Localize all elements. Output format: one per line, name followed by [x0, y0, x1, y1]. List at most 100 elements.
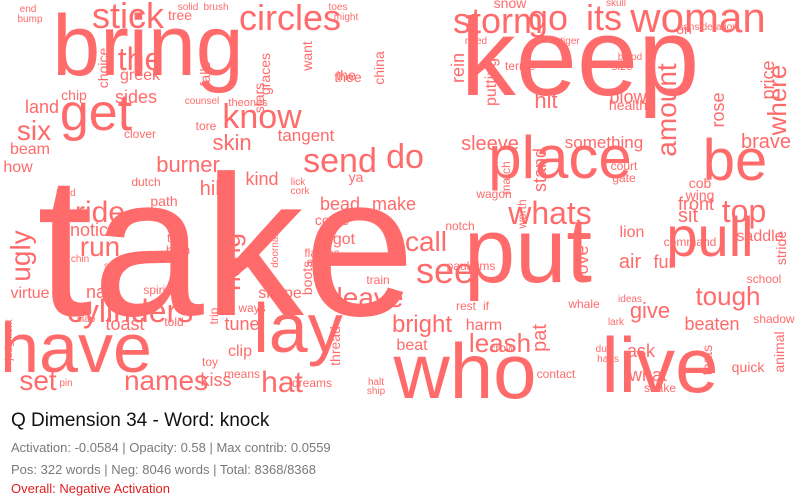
cloud-word: sides [115, 87, 157, 107]
cloud-word: health [609, 97, 647, 113]
cloud-word: ya [349, 169, 364, 185]
cloud-word: rein [448, 53, 468, 83]
word-count-stats: Pos: 322 words | Neg: 8046 words | Total… [11, 462, 316, 477]
cloud-word: love [572, 245, 592, 278]
cloud-word: thee [334, 69, 361, 85]
cloud-word: school [747, 272, 782, 286]
cloud-word: virtue [10, 285, 49, 302]
cloud-word: edge [307, 255, 334, 269]
cloud-word: spots [104, 261, 128, 272]
word-cloud-canvas: takekeepbringputwho livehave layplace bepul… [0, 0, 795, 400]
cloud-word: something [565, 133, 643, 152]
cloud-word: judgment [4, 319, 15, 361]
cloud-word: shape [258, 285, 302, 302]
cloud-word: circles [239, 0, 341, 38]
cloud-word: stand [530, 148, 550, 192]
cloud-word: might [334, 12, 359, 23]
cloud-word: putting [483, 58, 500, 106]
cloud-word: contact [537, 367, 576, 381]
cloud-word: animal [771, 331, 787, 372]
cloud-word: snow [494, 0, 528, 11]
overall-activation-label: Overall: Negative Activation [11, 481, 170, 496]
word-cloud: take keep bring put who live have lay place be pul… [0, 0, 800, 400]
cloud-word: harm [466, 317, 502, 334]
cloud-word: beat [396, 337, 428, 354]
cloud-word: tiger [560, 36, 580, 47]
cloud-word: brush [203, 2, 228, 13]
cloud-word: choice [95, 48, 111, 89]
cloud-word: stride [773, 231, 789, 265]
cloud-word: spirit [143, 283, 169, 297]
cloud-word: greek [120, 67, 161, 84]
cloud-word: clover [124, 127, 156, 141]
cloud-word: chin [71, 254, 89, 265]
cloud-word: arms [469, 259, 496, 273]
cloud-word: china [371, 51, 387, 85]
cloud-word: names [124, 365, 208, 396]
cloud-word: need [465, 36, 487, 47]
cloud-word: burner [156, 152, 220, 177]
cloud-word: fired [56, 188, 75, 199]
cloud-word: land [25, 97, 59, 117]
cloud-word: thread [327, 326, 343, 366]
cloud-word: hairs [597, 354, 619, 365]
cloud-word: brave [741, 131, 791, 153]
cloud-word: notice [70, 220, 118, 240]
cloud-word: beaten [684, 314, 739, 334]
cloud-word: kind [245, 169, 278, 189]
cloud-word: tune [224, 314, 259, 334]
cloud-word: bright [392, 311, 452, 338]
cloud-word: skin [212, 130, 251, 155]
cloud-word: told [164, 315, 183, 329]
cloud-word: lark [608, 317, 625, 328]
cloud-word: send [303, 142, 377, 180]
cloud-word: rose [708, 92, 728, 127]
cloud-word: rest [456, 299, 477, 313]
cloud-word: hit [534, 88, 557, 113]
cloud-word: consideration [678, 22, 737, 33]
cloud-word: paul [447, 259, 470, 273]
cloud-word: quick [732, 359, 766, 375]
cloud-word: tore [196, 119, 217, 133]
cloud-word: nail [86, 282, 114, 302]
cloud-word: sit [678, 205, 698, 227]
cloud-word: wagon [475, 187, 511, 201]
cloud-word: toy [202, 355, 218, 369]
cloud-word: tangent [278, 126, 335, 145]
cloud-word: toast [105, 314, 144, 334]
cloud-word: hill [200, 178, 224, 200]
cloud-word: air [619, 251, 642, 273]
cloud-word: shadow [753, 312, 795, 326]
cloud-word: lion [620, 224, 645, 241]
cloud-word: solid [178, 2, 199, 13]
cloud-word: ask [627, 341, 656, 361]
cloud-word: amount [651, 63, 682, 157]
cloud-word: pin [59, 378, 72, 389]
cloud-word: means [224, 367, 260, 381]
cloud-word: hang [216, 233, 246, 291]
cloud-word: path [150, 193, 177, 209]
cloud-word: set [19, 365, 57, 396]
dimension-title: Q Dimension 34 - Word: knock [11, 410, 270, 431]
cloud-word: chip [61, 87, 87, 103]
cloud-word: price [758, 60, 778, 99]
cloud-word: train [366, 273, 389, 287]
cloud-word: how [3, 159, 33, 176]
cloud-word: crow [489, 341, 515, 355]
cloud-word: sleeve [461, 133, 519, 155]
cloud-word: clip [228, 343, 252, 360]
cloud-word: whale [567, 297, 600, 311]
cloud-word: top [722, 193, 766, 229]
cloud-word: fur [653, 252, 674, 272]
cloud-word: go [528, 0, 568, 38]
cloud-word: come [315, 212, 349, 228]
cloud-word: theones [228, 97, 268, 109]
cloud-word: blood [618, 52, 642, 63]
cloud-word: worth [515, 199, 529, 229]
cloud-word: ship [367, 386, 386, 397]
cloud-word: notch [445, 219, 474, 233]
cloud-word: call [405, 226, 447, 257]
cloud-word: make [372, 194, 416, 214]
cloud-word: barn [166, 243, 190, 257]
cloud-word: do [386, 138, 424, 176]
